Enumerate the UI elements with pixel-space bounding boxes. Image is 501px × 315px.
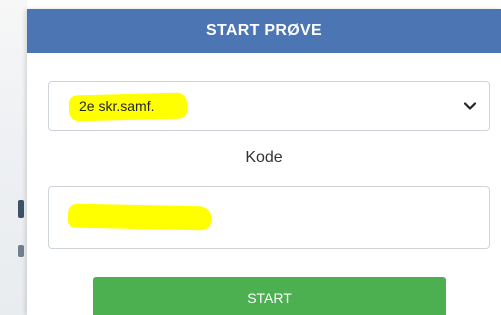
class-select-value: 2e skr.samf.	[79, 98, 155, 114]
start-test-dialog: START PRØVE 2e skr.samf. Kode START	[27, 9, 501, 315]
dialog-header: START PRØVE	[27, 9, 501, 53]
class-select[interactable]: 2e skr.samf.	[48, 81, 490, 131]
code-label: Kode	[245, 149, 283, 166]
start-button[interactable]: START	[93, 277, 446, 315]
background-page	[0, 0, 27, 315]
highlight-mark	[67, 203, 213, 231]
chevron-down-icon[interactable]	[463, 99, 477, 113]
code-input[interactable]	[48, 186, 490, 249]
dialog-title: START PRØVE	[206, 22, 322, 39]
background-mark	[18, 245, 24, 257]
screen: START PRØVE 2e skr.samf. Kode START	[0, 0, 501, 315]
background-mark	[18, 200, 24, 218]
